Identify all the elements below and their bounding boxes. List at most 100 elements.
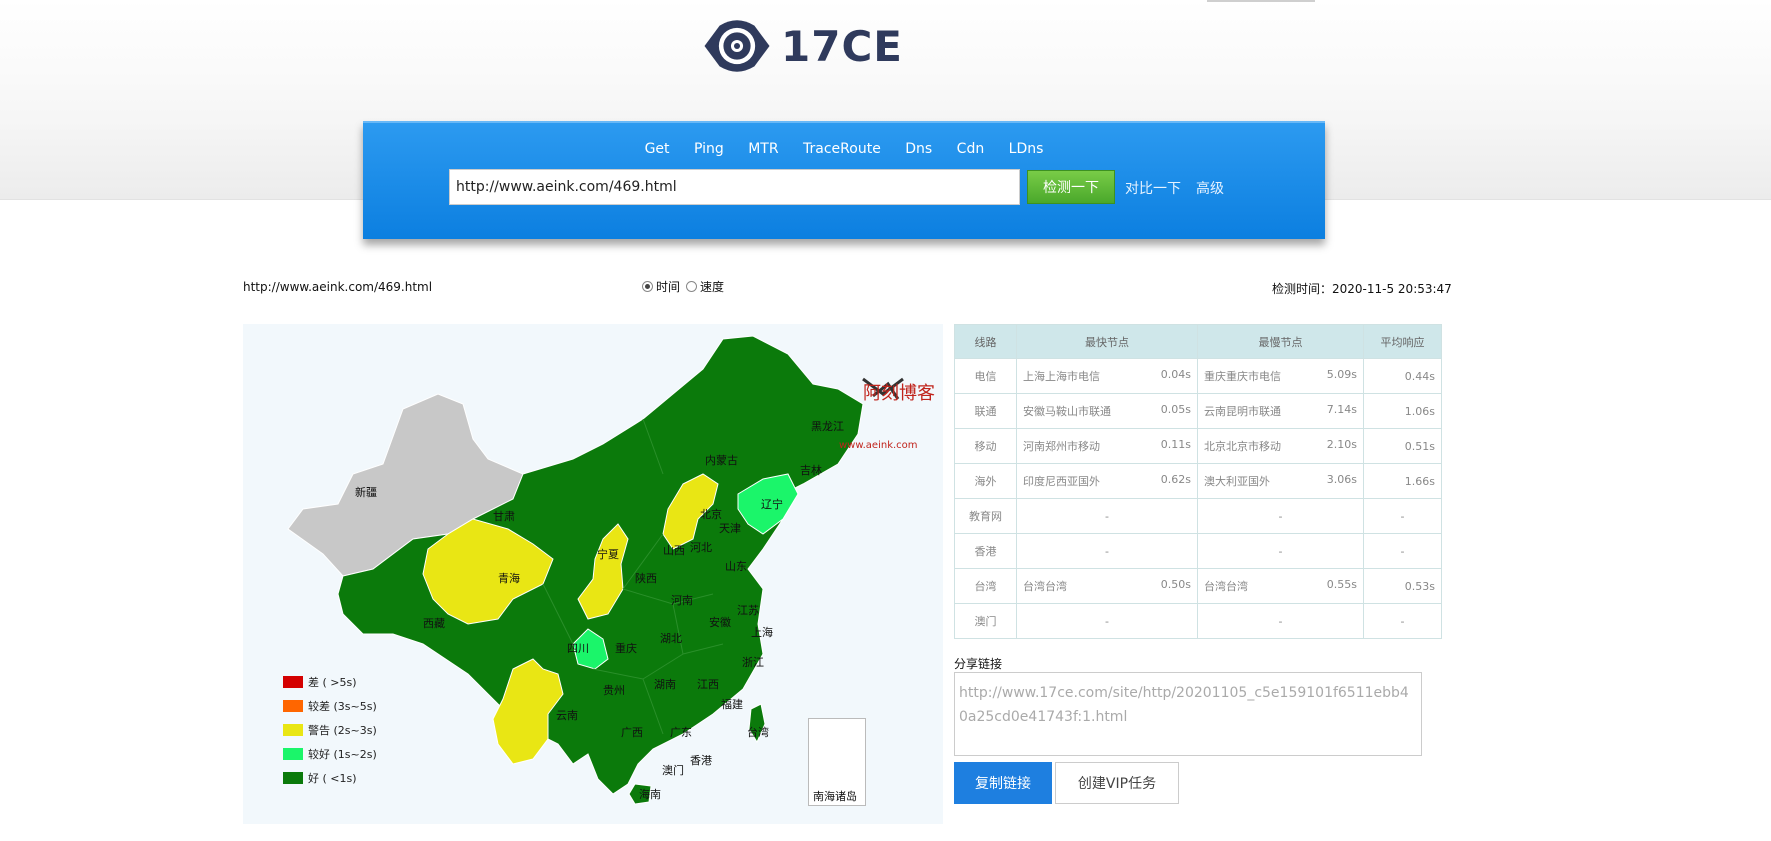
results-table: 线路 最快节点 最慢节点 平均响应 电信 上海上海市电信 0.04s 重庆重庆市电… xyxy=(954,324,1442,639)
legend-swatch-fair xyxy=(283,748,303,760)
tab-ldns[interactable]: LDns xyxy=(1009,141,1044,157)
top-tab-indicator xyxy=(1207,0,1315,2)
legend-swatch-warning xyxy=(283,724,303,736)
label-beijing: 北京 xyxy=(700,507,722,521)
table-row: 电信 上海上海市电信 0.04s 重庆重庆市电信 5.09s 0.44s xyxy=(954,358,1442,394)
label-guangxi: 广西 xyxy=(621,726,643,739)
test-type-tabs: Get Ping MTR TraceRoute Dns Cdn LDns xyxy=(363,141,1325,157)
radio-speed[interactable]: 速度 xyxy=(686,278,724,295)
label-taiwan: 台湾 xyxy=(747,725,769,739)
cell-slowest: - xyxy=(1197,603,1364,639)
view-mode-radios: 时间 速度 xyxy=(642,278,724,295)
cell-average: - xyxy=(1363,533,1442,569)
fast-node: 安徽马鞍山市联通 xyxy=(1023,405,1111,418)
cell-line: 移动 xyxy=(954,428,1017,464)
slow-time: 7.14s xyxy=(1326,403,1357,416)
legend-label: 警告 (2s~3s) xyxy=(308,724,377,737)
cell-average: - xyxy=(1363,498,1442,534)
cell-fastest: 河南郑州市移动 0.11s xyxy=(1016,428,1198,464)
cell-slowest: 北京北京市移动 2.10s xyxy=(1197,428,1364,464)
tab-get[interactable]: Get xyxy=(645,141,670,157)
fast-time: 0.05s xyxy=(1160,403,1191,416)
table-row: 台湾 台湾台湾 0.50s 台湾台湾 0.55s 0.53s xyxy=(954,568,1442,604)
label-anhui: 安徽 xyxy=(709,615,731,629)
radio-time[interactable]: 时间 xyxy=(642,278,680,295)
slow-time: 5.09s xyxy=(1326,368,1357,381)
table-row: 澳门 - - - xyxy=(954,603,1442,639)
legend-swatch-good xyxy=(283,772,303,784)
slow-time: 2.10s xyxy=(1326,438,1357,451)
legend-item: 较好 (1s~2s) xyxy=(283,742,377,766)
legend-swatch-bad xyxy=(283,676,303,688)
radio-time-label: 时间 xyxy=(656,280,681,294)
share-label: 分享链接 xyxy=(954,657,1003,671)
create-vip-task-button[interactable]: 创建VIP任务 xyxy=(1055,762,1179,804)
label-hebei: 河北 xyxy=(690,541,712,554)
label-xinjiang: 新疆 xyxy=(355,485,377,499)
search-panel: Get Ping MTR TraceRoute Dns Cdn LDns 检测一… xyxy=(363,121,1325,239)
cell-line: 海外 xyxy=(954,463,1017,499)
copy-link-button[interactable]: 复制链接 xyxy=(954,762,1052,804)
slow-time: 3.06s xyxy=(1326,473,1357,486)
cell-average: 1.06s xyxy=(1363,393,1442,429)
url-input[interactable] xyxy=(449,169,1020,205)
label-guizhou: 贵州 xyxy=(603,684,625,697)
label-guangdong: 广东 xyxy=(670,726,692,739)
fast-time: 0.50s xyxy=(1160,578,1191,591)
label-heilongjiang: 黑龙江 xyxy=(811,420,844,433)
label-chongqing: 重庆 xyxy=(615,641,637,655)
fast-time: 0.62s xyxy=(1160,473,1191,486)
cell-fastest: 安徽马鞍山市联通 0.05s xyxy=(1016,393,1198,429)
label-ningxia: 宁夏 xyxy=(597,547,619,561)
legend-label: 较差 (3s~5s) xyxy=(308,700,377,713)
legend-swatch-poor xyxy=(283,700,303,712)
label-xizang: 西藏 xyxy=(423,617,445,630)
tab-cdn[interactable]: Cdn xyxy=(957,141,985,157)
cell-fastest: 印度尼西亚国外 0.62s xyxy=(1016,463,1198,499)
slow-node: 台湾台湾 xyxy=(1204,580,1248,593)
cell-fastest: 台湾台湾 0.50s xyxy=(1016,568,1198,604)
legend-label: 好 ( <1s) xyxy=(308,772,357,785)
slow-node: 北京北京市移动 xyxy=(1204,440,1281,453)
label-liaoning: 辽宁 xyxy=(761,497,783,511)
tab-dns[interactable]: Dns xyxy=(905,141,932,157)
legend-label: 较好 (1s~2s) xyxy=(308,748,377,761)
label-hunan: 湖南 xyxy=(654,678,676,691)
legend-item: 差 ( >5s) xyxy=(283,670,377,694)
tab-traceroute[interactable]: TraceRoute xyxy=(803,141,881,157)
share-url-textarea[interactable]: http://www.17ce.com/site/http/20201105_c… xyxy=(954,672,1422,756)
site-logo[interactable]: 17CE xyxy=(703,8,903,84)
legend-item: 好 ( <1s) xyxy=(283,766,377,790)
tab-mtr[interactable]: MTR xyxy=(748,141,778,157)
table-row: 海外 印度尼西亚国外 0.62s 澳大利亚国外 3.06s 1.66s xyxy=(954,463,1442,499)
label-jilin: 吉林 xyxy=(800,463,822,477)
radio-speed-dot xyxy=(686,281,698,292)
cell-average: 0.53s xyxy=(1363,568,1442,604)
cell-fastest: - xyxy=(1016,603,1198,639)
cell-slowest: - xyxy=(1197,533,1364,569)
result-url: http://www.aeink.com/469.html xyxy=(243,280,433,294)
cell-slowest: - xyxy=(1197,498,1364,534)
radio-time-dot xyxy=(642,281,653,292)
cell-average: - xyxy=(1363,603,1442,639)
table-row: 移动 河南郑州市移动 0.11s 北京北京市移动 2.10s 0.51s xyxy=(954,428,1442,464)
fast-node: 上海上海市电信 xyxy=(1023,370,1100,383)
slow-time: 0.55s xyxy=(1326,578,1357,591)
advanced-link[interactable]: 高级 xyxy=(1196,178,1224,198)
legend-item: 警告 (2s~3s) xyxy=(283,718,377,742)
slow-node: 重庆重庆市电信 xyxy=(1204,370,1281,383)
label-jiangsu: 江苏 xyxy=(737,604,759,617)
cell-fastest: - xyxy=(1016,533,1198,569)
label-gansu: 甘肃 xyxy=(493,510,515,523)
label-henan: 河南 xyxy=(671,594,693,607)
china-map: 新疆 西藏 青海 甘肃 内蒙古 黑龙江 吉林 辽宁 北京 天津 河北 山西 宁夏… xyxy=(243,324,943,824)
tab-ping[interactable]: Ping xyxy=(694,141,724,157)
cell-line: 电信 xyxy=(954,358,1017,394)
compare-link[interactable]: 对比一下 xyxy=(1125,178,1181,198)
label-zhejiang: 浙江 xyxy=(742,656,764,669)
cell-line: 教育网 xyxy=(954,498,1017,534)
label-shanxi: 山西 xyxy=(663,544,685,557)
fast-time: 0.04s xyxy=(1160,368,1191,381)
check-button[interactable]: 检测一下 xyxy=(1027,170,1115,204)
cell-line: 联通 xyxy=(954,393,1017,429)
